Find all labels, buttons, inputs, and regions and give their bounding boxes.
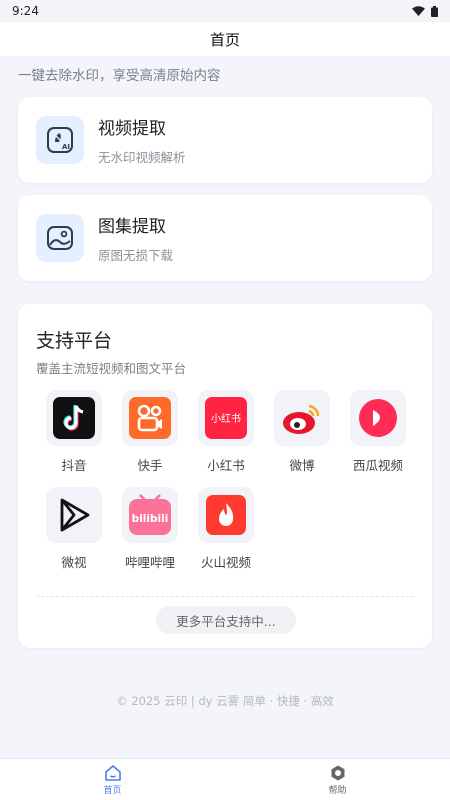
weishi-icon (60, 498, 90, 532)
video-extract-title: 视频提取 (98, 119, 166, 139)
platform-label: 火山视频 (200, 555, 251, 570)
tab-home[interactable]: 首页 (0, 759, 225, 800)
platform-bilibili[interactable]: bilibili 哔哩哔哩 (112, 487, 188, 571)
video-ai-icon: AI (36, 116, 84, 164)
platforms-subtitle: 覆盖主流短视频和图文平台 (36, 361, 187, 376)
platform-label: 抖音 (61, 458, 87, 473)
battery-icon (431, 5, 438, 17)
platform-weishi[interactable]: 微视 (36, 487, 112, 571)
status-icons (412, 5, 438, 17)
huoshan-icon (206, 495, 246, 535)
platform-huoshan[interactable]: 火山视频 (188, 487, 264, 571)
svg-text:小红书: 小红书 (211, 412, 241, 425)
help-icon (331, 765, 344, 781)
platform-label: 微博 (289, 458, 315, 473)
divider (36, 596, 414, 597)
xiaohongshu-icon: 小红书 (205, 397, 247, 439)
platform-weibo[interactable]: 微博 (264, 390, 340, 474)
platform-label: 微视 (61, 555, 87, 570)
home-icon (104, 765, 121, 781)
platform-label: 快手 (137, 458, 163, 473)
kuaishou-icon (129, 397, 171, 439)
tab-help[interactable]: 帮助 (225, 759, 450, 800)
tab-help-label: 帮助 (328, 786, 347, 796)
footer-copyright: © 2025 云印 | dy 云雾 简单 · 快捷 · 高效 (116, 694, 334, 708)
weibo-icon (283, 404, 320, 434)
gallery-extract-card[interactable]: 图集提取 原图无损下载 (18, 195, 432, 281)
status-bar: 9:24 (0, 0, 450, 22)
platform-label: 小红书 (207, 458, 245, 473)
platform-xigua[interactable]: 西瓜视频 (340, 390, 416, 474)
platform-douyin[interactable]: 抖音 (36, 390, 112, 474)
tab-home-label: 首页 (103, 786, 122, 796)
platform-xiaohongshu[interactable]: 小红书 小红书 (188, 390, 264, 474)
platforms-title: 支持平台 (36, 330, 113, 352)
main-content[interactable]: 一键去除水印，享受高清原始内容 AI 视频提取 无水印视频解析 图集提取 原图无… (0, 56, 450, 758)
gallery-extract-subtitle: 原图无损下载 (98, 248, 174, 263)
video-extract-subtitle: 无水印视频解析 (98, 150, 186, 165)
platforms-card: 支持平台 覆盖主流短视频和图文平台 抖音 快手 小红书 小红书 微博 西瓜视频 … (18, 304, 432, 648)
status-time: 9:24 (12, 4, 39, 18)
bottom-tab-bar: 首页 帮助 (0, 758, 450, 800)
bilibili-icon: bilibili (129, 494, 171, 535)
platform-kuaishou[interactable]: 快手 (112, 390, 188, 474)
xigua-icon (359, 399, 397, 437)
douyin-icon (53, 397, 95, 439)
gallery-icon (36, 214, 84, 262)
svg-text:bilibili: bilibili (132, 513, 169, 525)
page-title: 首页 (209, 30, 240, 49)
platform-label: 西瓜视频 (352, 458, 403, 473)
app-header: 首页 (0, 22, 450, 56)
more-platforms-button[interactable]: 更多平台支持中... (156, 606, 296, 634)
tagline: 一键去除水印，享受高清原始内容 (18, 68, 221, 84)
video-extract-card[interactable]: AI 视频提取 无水印视频解析 (18, 97, 432, 183)
svg-text:AI: AI (62, 143, 70, 151)
platform-label: 哔哩哔哩 (124, 555, 175, 570)
gallery-extract-title: 图集提取 (98, 217, 166, 237)
wifi-icon (412, 6, 425, 16)
